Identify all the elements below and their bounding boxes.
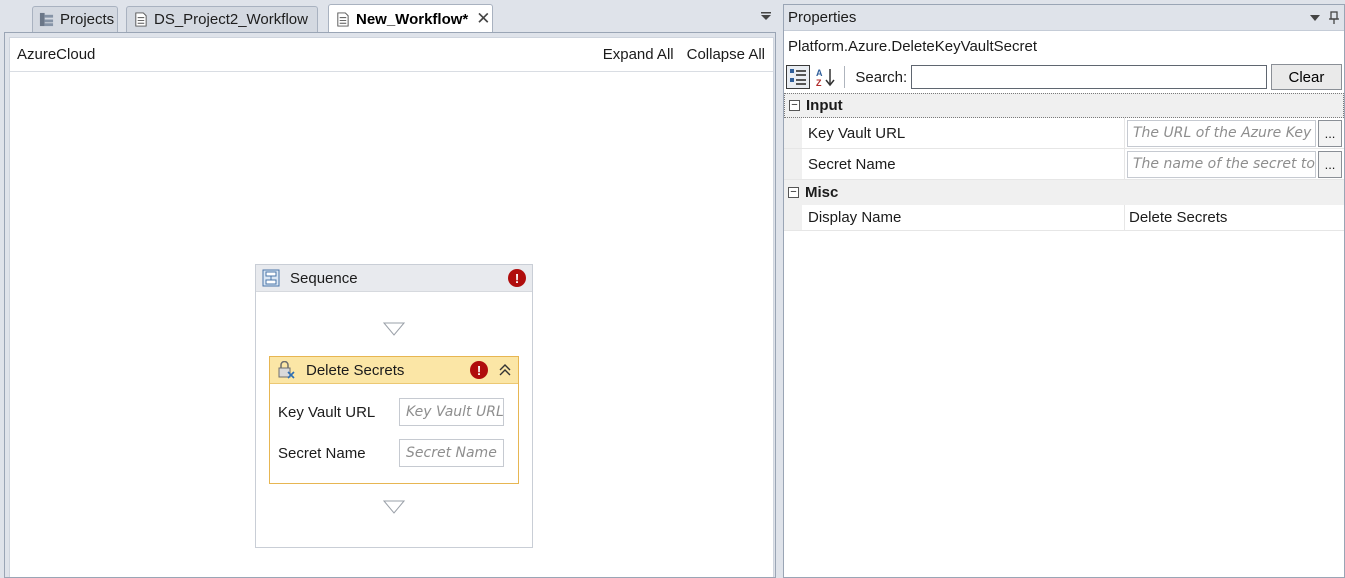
svg-text:A: A xyxy=(816,68,823,78)
sequence-title: Sequence xyxy=(290,269,358,287)
tab-label: Projects xyxy=(60,11,115,28)
secret-name-property-input[interactable]: The name of the secret to remove xyxy=(1127,150,1316,178)
property-value: The URL of the Azure Key Vault ... xyxy=(1125,118,1344,148)
property-row-display-name: Display Name Delete Secrets xyxy=(784,205,1344,231)
display-name-value[interactable]: Delete Secrets xyxy=(1127,209,1227,226)
field-label: Key Vault URL xyxy=(278,403,376,421)
close-icon[interactable]: ✕ xyxy=(476,9,490,29)
tab-overflow-dropdown-icon[interactable] xyxy=(758,8,774,24)
delete-secrets-activity[interactable]: Delete Secrets ! Key Vault URL Key Vault… xyxy=(269,356,519,484)
document-tab-strip: Projects DS_Project2_Workflow New_Workfl… xyxy=(0,0,778,33)
row-gutter xyxy=(784,118,802,148)
clear-button[interactable]: Clear xyxy=(1270,64,1342,90)
error-icon: ! xyxy=(470,361,488,379)
key-vault-url-input[interactable]: Key Vault URL xyxy=(399,398,504,426)
pin-icon[interactable] xyxy=(1328,10,1340,25)
tab-label: DS_Project2_Workflow xyxy=(154,11,308,28)
category-label: Misc xyxy=(805,184,839,201)
activity-header[interactable]: Delete Secrets ! xyxy=(270,357,518,384)
collapse-all-button[interactable]: Collapse All xyxy=(687,46,765,63)
tab-new-workflow[interactable]: New_Workflow* ✕ xyxy=(328,4,493,33)
category-input[interactable]: − Input xyxy=(784,93,1344,118)
sort-alphabetical-icon: A Z xyxy=(816,68,835,87)
activity-field-key-vault-url: Key Vault URL Key Vault URL xyxy=(278,397,504,427)
row-gutter xyxy=(784,149,802,179)
breadcrumb[interactable]: AzureCloud xyxy=(17,46,95,63)
property-value: The name of the secret to remove ... xyxy=(1125,149,1344,179)
alphabetical-sort-button[interactable]: A Z xyxy=(814,65,838,89)
sequence-activity[interactable]: Sequence ! Delete Secrets ! Key Vault UR… xyxy=(255,264,533,548)
field-label: Secret Name xyxy=(278,444,366,462)
workflow-document-icon xyxy=(337,11,349,27)
drop-target-arrow-icon[interactable] xyxy=(383,500,405,514)
property-search-input[interactable] xyxy=(911,65,1267,89)
expand-all-button[interactable]: Expand All xyxy=(603,46,674,63)
designer-canvas: AzureCloud Expand All Collapse All Seque… xyxy=(9,37,774,577)
property-row-key-vault-url: Key Vault URL The URL of the Azure Key V… xyxy=(784,118,1344,149)
collapse-category-icon[interactable]: − xyxy=(788,187,799,198)
activity-title: Delete Secrets xyxy=(306,361,405,379)
property-grid: − Input Key Vault URL The URL of the Azu… xyxy=(784,93,1344,231)
property-name[interactable]: Secret Name xyxy=(802,149,1125,179)
search-label: Search: xyxy=(855,68,908,86)
property-value[interactable]: Delete Secrets xyxy=(1125,205,1344,230)
sequence-header[interactable]: Sequence ! xyxy=(256,265,532,292)
properties-panel: Properties Platform.Azure.DeleteKeyVault… xyxy=(783,4,1345,578)
toolbar-separator xyxy=(844,66,846,88)
sequence-icon xyxy=(262,269,280,287)
expression-editor-button[interactable]: ... xyxy=(1318,119,1342,147)
secret-name-input[interactable]: Secret Name xyxy=(399,439,504,467)
properties-toolbar: A Z Search: Clear xyxy=(784,61,1344,93)
collapse-category-icon[interactable]: − xyxy=(789,100,800,111)
svg-text:Z: Z xyxy=(816,78,822,87)
delete-secret-icon xyxy=(278,361,295,379)
error-icon: ! xyxy=(508,269,526,287)
property-row-secret-name: Secret Name The name of the secret to re… xyxy=(784,149,1344,180)
key-vault-url-property-input[interactable]: The URL of the Azure Key Vault xyxy=(1127,119,1316,147)
category-misc[interactable]: − Misc xyxy=(784,180,1344,205)
activity-field-secret-name: Secret Name Secret Name xyxy=(278,438,504,468)
tab-ds-project2-workflow[interactable]: DS_Project2_Workflow xyxy=(126,6,318,32)
property-name[interactable]: Key Vault URL xyxy=(802,118,1125,148)
properties-title-bar: Properties xyxy=(784,5,1344,31)
project-explorer-icon xyxy=(39,12,54,27)
collapse-chevron-icon[interactable] xyxy=(498,363,512,377)
panel-title: Properties xyxy=(788,9,857,26)
designer-header-bar: AzureCloud Expand All Collapse All xyxy=(10,38,773,72)
panel-menu-dropdown-icon[interactable] xyxy=(1310,14,1320,22)
drop-target-arrow-icon[interactable] xyxy=(383,322,405,336)
selected-activity-type: Platform.Azure.DeleteKeyVaultSecret xyxy=(784,31,1344,61)
categorized-view-button[interactable] xyxy=(786,65,810,89)
category-label: Input xyxy=(806,97,843,114)
row-gutter xyxy=(784,205,802,230)
property-name[interactable]: Display Name xyxy=(802,205,1125,230)
expression-editor-button[interactable]: ... xyxy=(1318,150,1342,178)
tab-projects[interactable]: Projects xyxy=(32,6,118,32)
categorized-icon xyxy=(789,69,806,85)
workflow-document-icon xyxy=(135,12,147,27)
tab-label: New_Workflow* xyxy=(356,10,469,28)
workflow-designer: AzureCloud Expand All Collapse All Seque… xyxy=(4,32,776,578)
